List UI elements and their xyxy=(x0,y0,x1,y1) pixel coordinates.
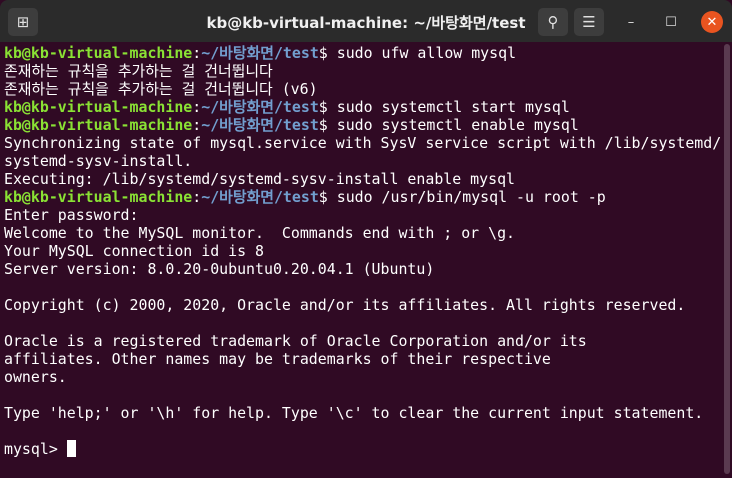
output-line: Server version: 8.0.20-0ubuntu0.20.04.1 … xyxy=(4,260,435,278)
prompt-path: ~/바탕화면/test xyxy=(201,116,319,134)
output-line: Oracle is a registered trademark of Orac… xyxy=(4,332,587,350)
command: sudo systemctl enable mysql xyxy=(336,116,579,134)
prompt-symbol: $ xyxy=(318,188,337,206)
output-line: Your MySQL connection id is 8 xyxy=(4,242,264,260)
cursor xyxy=(66,440,76,457)
prompt-user: kb@kb-virtual-machine xyxy=(4,116,193,134)
prompt-path: ~/바탕화면/test xyxy=(201,98,319,116)
prompt-line: kb@kb-virtual-machine:~/바탕화면/test$ sudo … xyxy=(4,188,720,206)
prompt-symbol: $ xyxy=(318,98,337,116)
scrollbar[interactable] xyxy=(724,44,730,474)
minimize-icon[interactable]: – xyxy=(620,11,642,33)
prompt-user: kb@kb-virtual-machine xyxy=(4,188,193,206)
maximize-icon[interactable]: ☐ xyxy=(660,11,682,33)
mysql-prompt: mysql> xyxy=(4,440,67,458)
prompt-line: kb@kb-virtual-machine:~/바탕화면/test$ sudo … xyxy=(4,116,720,134)
prompt-separator: : xyxy=(192,116,202,134)
prompt-line: kb@kb-virtual-machine:~/바탕화면/test$ sudo … xyxy=(4,98,720,116)
output-line: Welcome to the MySQL monitor. Commands e… xyxy=(4,224,516,242)
command: sudo systemctl start mysql xyxy=(336,98,570,116)
output-line: Synchronizing state of mysql.service wit… xyxy=(4,134,722,152)
terminal-output[interactable]: kb@kb-virtual-machine:~/바탕화면/test$ sudo … xyxy=(4,44,722,458)
output-line: Enter password: xyxy=(4,206,139,224)
output-line: affiliates. Other names may be trademark… xyxy=(4,350,551,368)
close-icon[interactable]: ✕ xyxy=(701,11,723,33)
prompt-separator: : xyxy=(192,188,202,206)
output-line: Copyright (c) 2000, 2020, Oracle and/or … xyxy=(4,296,686,314)
output-line: Type 'help;' or '\h' for help. Type '\c'… xyxy=(4,404,704,422)
prompt-symbol: $ xyxy=(318,44,337,62)
output-line: systemd-sysv-install. xyxy=(4,152,193,170)
prompt-user: kb@kb-virtual-machine xyxy=(4,44,193,62)
title-bar: ⊞ kb@kb-virtual-machine: ~/바탕화면/test ⚲ ☰… xyxy=(0,0,732,42)
mysql-prompt-line: mysql> xyxy=(4,440,720,458)
prompt-user: kb@kb-virtual-machine xyxy=(4,98,193,116)
command: sudo ufw allow mysql xyxy=(336,44,517,62)
prompt-separator: : xyxy=(192,98,202,116)
prompt-symbol: $ xyxy=(318,116,337,134)
prompt-path: ~/바탕화면/test xyxy=(201,44,319,62)
prompt-separator: : xyxy=(192,44,202,62)
prompt-path: ~/바탕화면/test xyxy=(201,188,319,206)
output-line: owners. xyxy=(4,368,67,386)
output-line: Executing: /lib/systemd/systemd-sysv-ins… xyxy=(4,170,516,188)
search-icon[interactable]: ⚲ xyxy=(538,8,568,36)
prompt-line: kb@kb-virtual-machine:~/바탕화면/test$ sudo … xyxy=(4,44,720,62)
output-line: 존재하는 규칙을 추가하는 걸 건너뜁니다 (v6) xyxy=(4,80,318,98)
command: sudo /usr/bin/mysql -u root -p xyxy=(336,188,606,206)
menu-icon[interactable]: ☰ xyxy=(574,8,604,36)
output-line: 존재하는 규칙을 추가하는 걸 건너뜁니다 xyxy=(4,62,273,80)
